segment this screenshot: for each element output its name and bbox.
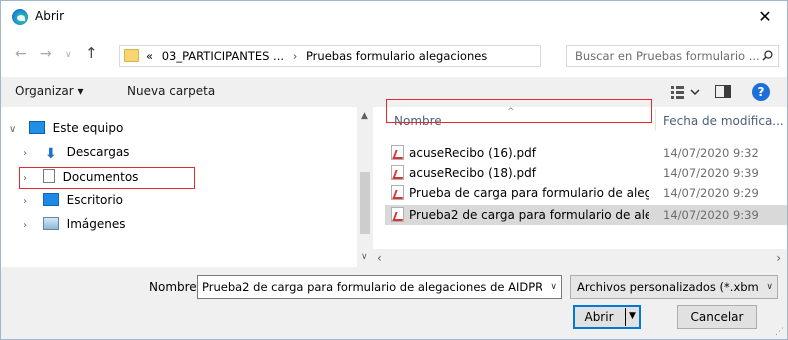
- chevron-down-icon[interactable]: ∨: [550, 282, 557, 292]
- computer-icon: [28, 121, 45, 134]
- nav-item-escritorio[interactable]: › Escritorio: [23, 193, 123, 213]
- collapse-chevron-icon[interactable]: ∨: [9, 124, 21, 135]
- filename-value[interactable]: Prueba2 de carga para formulario de aleg…: [202, 280, 542, 294]
- navigation-pane-footer: [1, 249, 357, 267]
- horizontal-scrollbar[interactable]: ‹ ›: [357, 249, 787, 267]
- nav-item-label: Imágenes: [66, 217, 126, 231]
- file-type-value[interactable]: Archivos personalizados (*.xbm: [577, 280, 759, 294]
- open-button-label: Abrir: [584, 310, 614, 324]
- nav-item-label: Escritorio: [66, 193, 124, 207]
- desktop-icon: [42, 193, 59, 206]
- breadcrumb-item-participantes[interactable]: 03_PARTICIPANTES ...: [162, 49, 284, 63]
- address-row: ← → ∨ ↑ « 03_PARTICIPANTES ... › Pruebas…: [1, 33, 787, 77]
- navigation-pane[interactable]: ∨ Este equipo › ⬇ Descargas › Documentos…: [1, 107, 357, 249]
- back-arrow-icon[interactable]: ←: [15, 46, 27, 62]
- scroll-up-icon[interactable]: ▲: [361, 111, 368, 121]
- open-options-dropdown-icon[interactable]: ▼: [629, 311, 636, 321]
- nav-item-descargas[interactable]: › ⬇ Descargas: [23, 145, 129, 165]
- navigation-scrollbar[interactable]: ▲: [357, 107, 373, 249]
- file-date: 14/07/2020 9:39: [663, 166, 759, 180]
- new-folder-button[interactable]: Nueva carpeta: [127, 84, 215, 98]
- open-file-dialog: Abrir ✕ ← → ∨ ↑ « 03_PARTICIPANTES ... ›…: [0, 0, 788, 340]
- search-box[interactable]: Buscar en Pruebas formulario ...: [566, 45, 779, 67]
- breadcrumb-item-current[interactable]: Pruebas formulario alegaciones: [306, 49, 487, 63]
- split-divider: [625, 308, 626, 326]
- download-icon: ⬇: [44, 146, 57, 162]
- help-icon[interactable]: ?: [752, 83, 770, 101]
- column-divider[interactable]: [655, 109, 656, 131]
- scroll-thumb[interactable]: [360, 172, 370, 234]
- expand-chevron-icon[interactable]: ›: [23, 220, 35, 231]
- pdf-file-icon: [391, 165, 404, 180]
- window-title: Abrir: [35, 9, 65, 23]
- recent-locations-chevron-icon[interactable]: ∨: [65, 50, 72, 60]
- change-view-icon[interactable]: [671, 84, 701, 100]
- folder-icon: [124, 49, 139, 62]
- edge-app-icon: [12, 9, 28, 25]
- file-name: Prueba2 de carga para formulario de aleg…: [409, 208, 649, 222]
- file-date: 14/07/2020 9:39: [663, 208, 759, 222]
- filename-input[interactable]: Prueba2 de carga para formulario de aleg…: [197, 275, 562, 299]
- nav-item-label: Este equipo: [52, 121, 124, 135]
- expand-chevron-icon[interactable]: ›: [23, 196, 35, 207]
- preview-pane-icon[interactable]: [715, 85, 731, 98]
- dialog-footer: Nombre: Prueba2 de carga para formulario…: [1, 267, 787, 339]
- nav-item-este-equipo[interactable]: ∨ Este equipo: [9, 121, 123, 141]
- scroll-left-icon[interactable]: ‹: [377, 251, 382, 265]
- file-list[interactable]: ^ Nombre Fecha de modifica... acuseRecib…: [373, 107, 787, 249]
- expand-chevron-icon[interactable]: ›: [23, 148, 35, 159]
- nav-item-imagenes[interactable]: › Imágenes: [23, 217, 125, 237]
- file-name: Prueba de carga para formulario de alega…: [409, 186, 649, 200]
- organize-menu-button[interactable]: Organizar ▾: [15, 84, 84, 98]
- title-bar: Abrir ✕: [1, 1, 787, 33]
- address-bar[interactable]: « 03_PARTICIPANTES ... › Pruebas formula…: [119, 45, 652, 67]
- documents-highlight-box: [19, 167, 195, 189]
- file-type-select[interactable]: Archivos personalizados (*.xbm ∨: [570, 275, 778, 299]
- file-date: 14/07/2020 9:29: [663, 186, 759, 200]
- breadcrumb: « 03_PARTICIPANTES ... › Pruebas formula…: [146, 49, 487, 63]
- open-button[interactable]: Abrir ▼: [573, 305, 641, 329]
- search-icon[interactable]: [762, 50, 773, 61]
- file-row[interactable]: acuseRecibo (18).pdf 14/07/2020 9:39: [385, 163, 787, 183]
- column-header-date[interactable]: Fecha de modifica...: [663, 114, 784, 128]
- pdf-file-icon: [391, 185, 404, 200]
- file-row[interactable]: acuseRecibo (16).pdf 14/07/2020 9:32: [385, 143, 787, 163]
- cancel-button[interactable]: Cancelar: [677, 305, 757, 329]
- chevron-down-icon[interactable]: ∨: [766, 282, 773, 292]
- up-arrow-icon[interactable]: ↑: [85, 44, 98, 62]
- resize-grip-icon[interactable]: ⋰: [775, 327, 784, 337]
- content-area: ∨ Este equipo › ⬇ Descargas › Documentos…: [1, 107, 787, 267]
- file-date: 14/07/2020 9:32: [663, 146, 759, 160]
- pictures-icon: [42, 217, 59, 230]
- breadcrumb-overflow[interactable]: «: [146, 49, 153, 63]
- scroll-down-icon[interactable]: ∨: [361, 252, 368, 262]
- selected-file-highlight-box: [386, 99, 652, 123]
- file-name: acuseRecibo (16).pdf: [409, 146, 536, 160]
- pdf-file-icon: [391, 207, 404, 222]
- nav-item-label: Descargas: [66, 145, 130, 159]
- search-input[interactable]: Buscar en Pruebas formulario ...: [575, 49, 760, 63]
- pdf-file-icon: [391, 145, 404, 160]
- breadcrumb-separator[interactable]: ›: [293, 49, 298, 63]
- file-row-selected[interactable]: Prueba2 de carga para formulario de aleg…: [385, 205, 787, 225]
- file-row[interactable]: Prueba de carga para formulario de alega…: [385, 183, 787, 203]
- file-name: acuseRecibo (18).pdf: [409, 166, 536, 180]
- filename-label: Nombre:: [149, 280, 201, 294]
- scroll-right-icon[interactable]: ›: [776, 251, 781, 265]
- forward-arrow-icon[interactable]: →: [40, 46, 52, 62]
- close-button[interactable]: ✕: [743, 1, 787, 33]
